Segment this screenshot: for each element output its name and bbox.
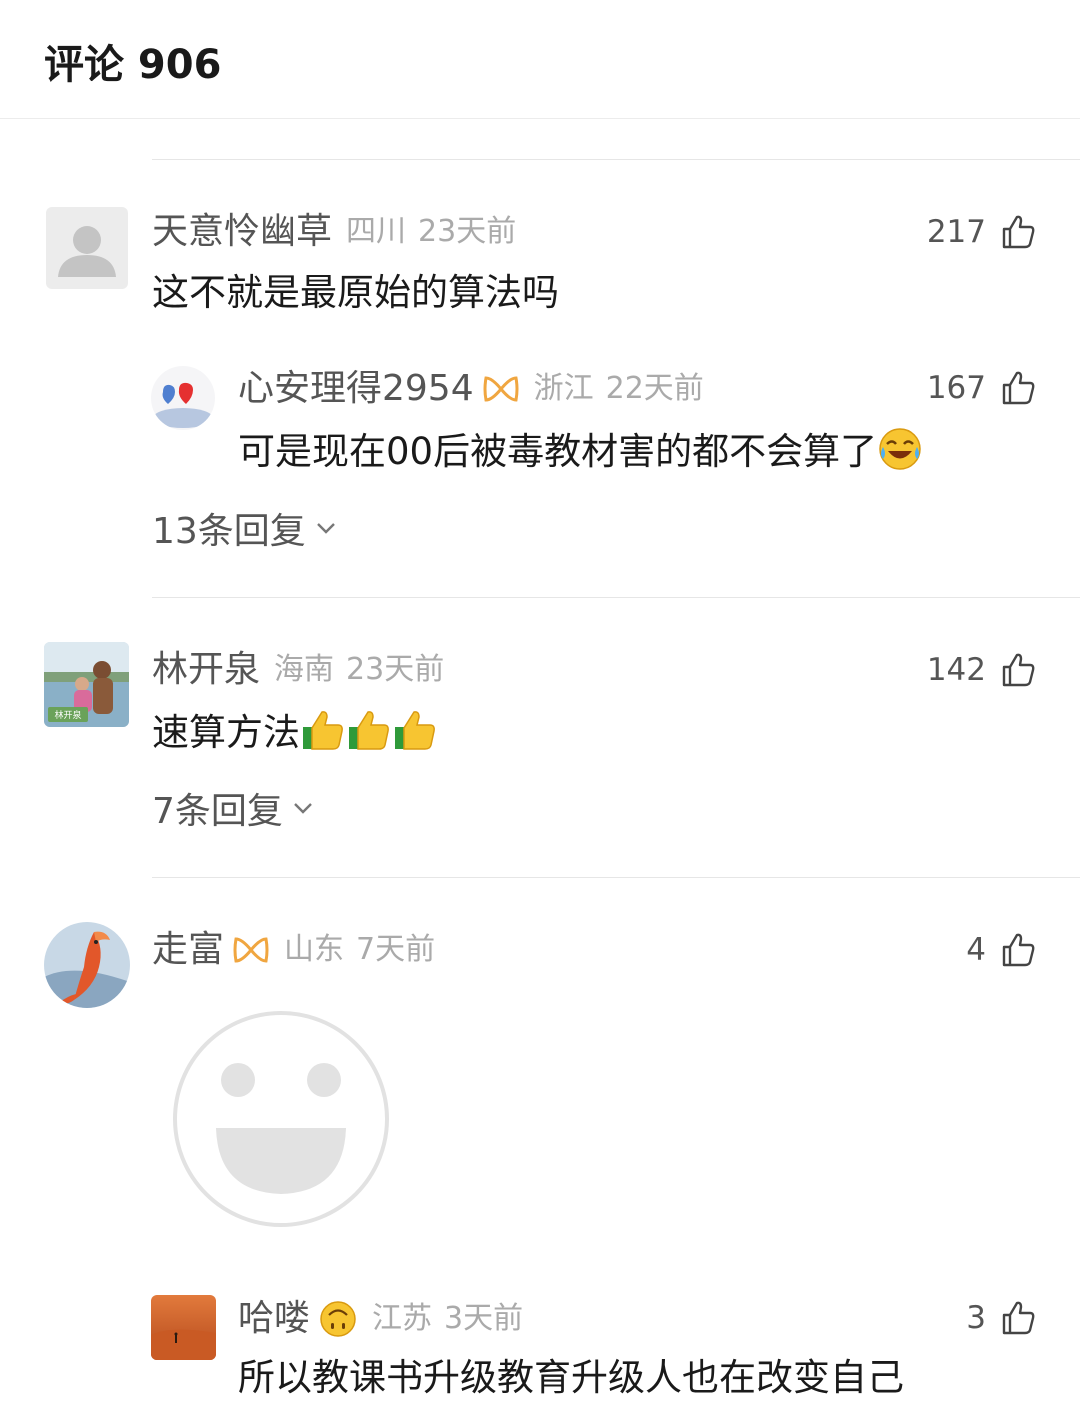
reply-header: 心安理得2954 浙江 22天前 [238,367,704,411]
thumbs-up-icon [1002,653,1035,687]
like-button[interactable]: 4 [966,932,1036,968]
koi-fish-avatar-icon [44,922,130,1008]
reply-header: 哈喽 江苏 3天前 [238,1297,523,1341]
replies-label: 13条回复 [152,511,306,552]
comments-header: 评论 906 [0,0,1080,119]
hearts-avatar-icon [151,366,215,430]
region: 海南 [274,652,335,687]
avatar-caption: 林开泉 [54,709,81,721]
view-replies-button[interactable]: 7条回复 [152,782,315,834]
photo-avatar-icon: 林开泉 [44,642,129,727]
username[interactable]: 心安理得2954 [238,367,474,411]
thumbs-up-icon [1002,371,1035,405]
comment-text: 速算方法 [152,711,300,754]
divider [152,159,1080,160]
page-title: 评论 906 [44,42,222,88]
region: 江苏 [372,1301,433,1336]
like-count: 3 [966,1300,986,1336]
chevron-down-icon [316,523,335,534]
like-count: 217 [926,214,986,250]
region: 四川 [346,214,407,249]
region: 山东 [284,932,345,967]
avatar[interactable] [44,922,130,1008]
thumbs-up-emoji-icon [349,711,389,750]
like-count: 167 [926,370,986,406]
reply-text: 可是现在00后被毒教材害的都不会算了 [238,430,878,473]
avatar[interactable] [151,366,215,430]
username[interactable]: 哈喽 [238,1297,310,1341]
reply-text-line: 可是现在00后被毒教材害的都不会算了 [238,426,923,476]
comment-text: 这不就是最原始的算法吗 [152,271,559,314]
like-button[interactable]: 217 [927,214,1036,250]
chevron-down-icon [294,803,312,814]
vip-badge-icon [483,376,519,402]
thumbs-up-icon [1002,1301,1035,1335]
default-person-icon [46,207,128,289]
timestamp: 22天前 [605,371,704,406]
region: 浙江 [533,371,594,406]
thumbs-up-icon [1002,933,1035,967]
username[interactable]: 走富 [152,928,224,972]
like-count: 4 [966,932,986,968]
thumbs-up-emoji-icon [303,711,343,750]
thumbs-up-icon [1002,215,1035,249]
avatar[interactable] [46,207,128,289]
avatar[interactable] [151,1295,216,1360]
thumbs-up-emoji-icon [395,711,435,750]
like-button[interactable]: 167 [927,370,1036,406]
desert-avatar-icon [151,1295,216,1360]
comment-text-line: 速算方法 [152,707,438,757]
comment-header: 天意怜幽草 四川 23天前 [152,210,516,254]
like-button[interactable]: 3 [966,1300,1036,1336]
divider [152,877,1080,878]
view-replies-button[interactable]: 13条回复 [152,502,338,554]
smiley-sticker[interactable] [172,1010,390,1232]
upside-down-face-emoji-icon [320,1301,356,1337]
timestamp: 3天前 [444,1301,524,1336]
like-button[interactable]: 142 [927,652,1036,688]
username[interactable]: 天意怜幽草 [152,210,332,254]
vip-badge-icon [233,937,269,963]
smiley-sticker-icon [173,1011,389,1227]
reply-text: 所以教课书升级教育升级人也在改变自己 [238,1356,904,1399]
timestamp: 23天前 [346,652,445,687]
username[interactable]: 林开泉 [152,648,260,692]
timestamp: 7天前 [356,932,436,967]
divider [152,597,1080,598]
avatar[interactable]: 林开泉 [44,642,129,727]
replies-label: 7条回复 [152,791,283,832]
laugh-cry-emoji-icon [879,428,921,470]
comment-header: 林开泉 海南 23天前 [152,648,444,692]
timestamp: 23天前 [418,214,517,249]
like-count: 142 [926,652,986,688]
comment-header: 走富 山东 7天前 [152,928,435,972]
